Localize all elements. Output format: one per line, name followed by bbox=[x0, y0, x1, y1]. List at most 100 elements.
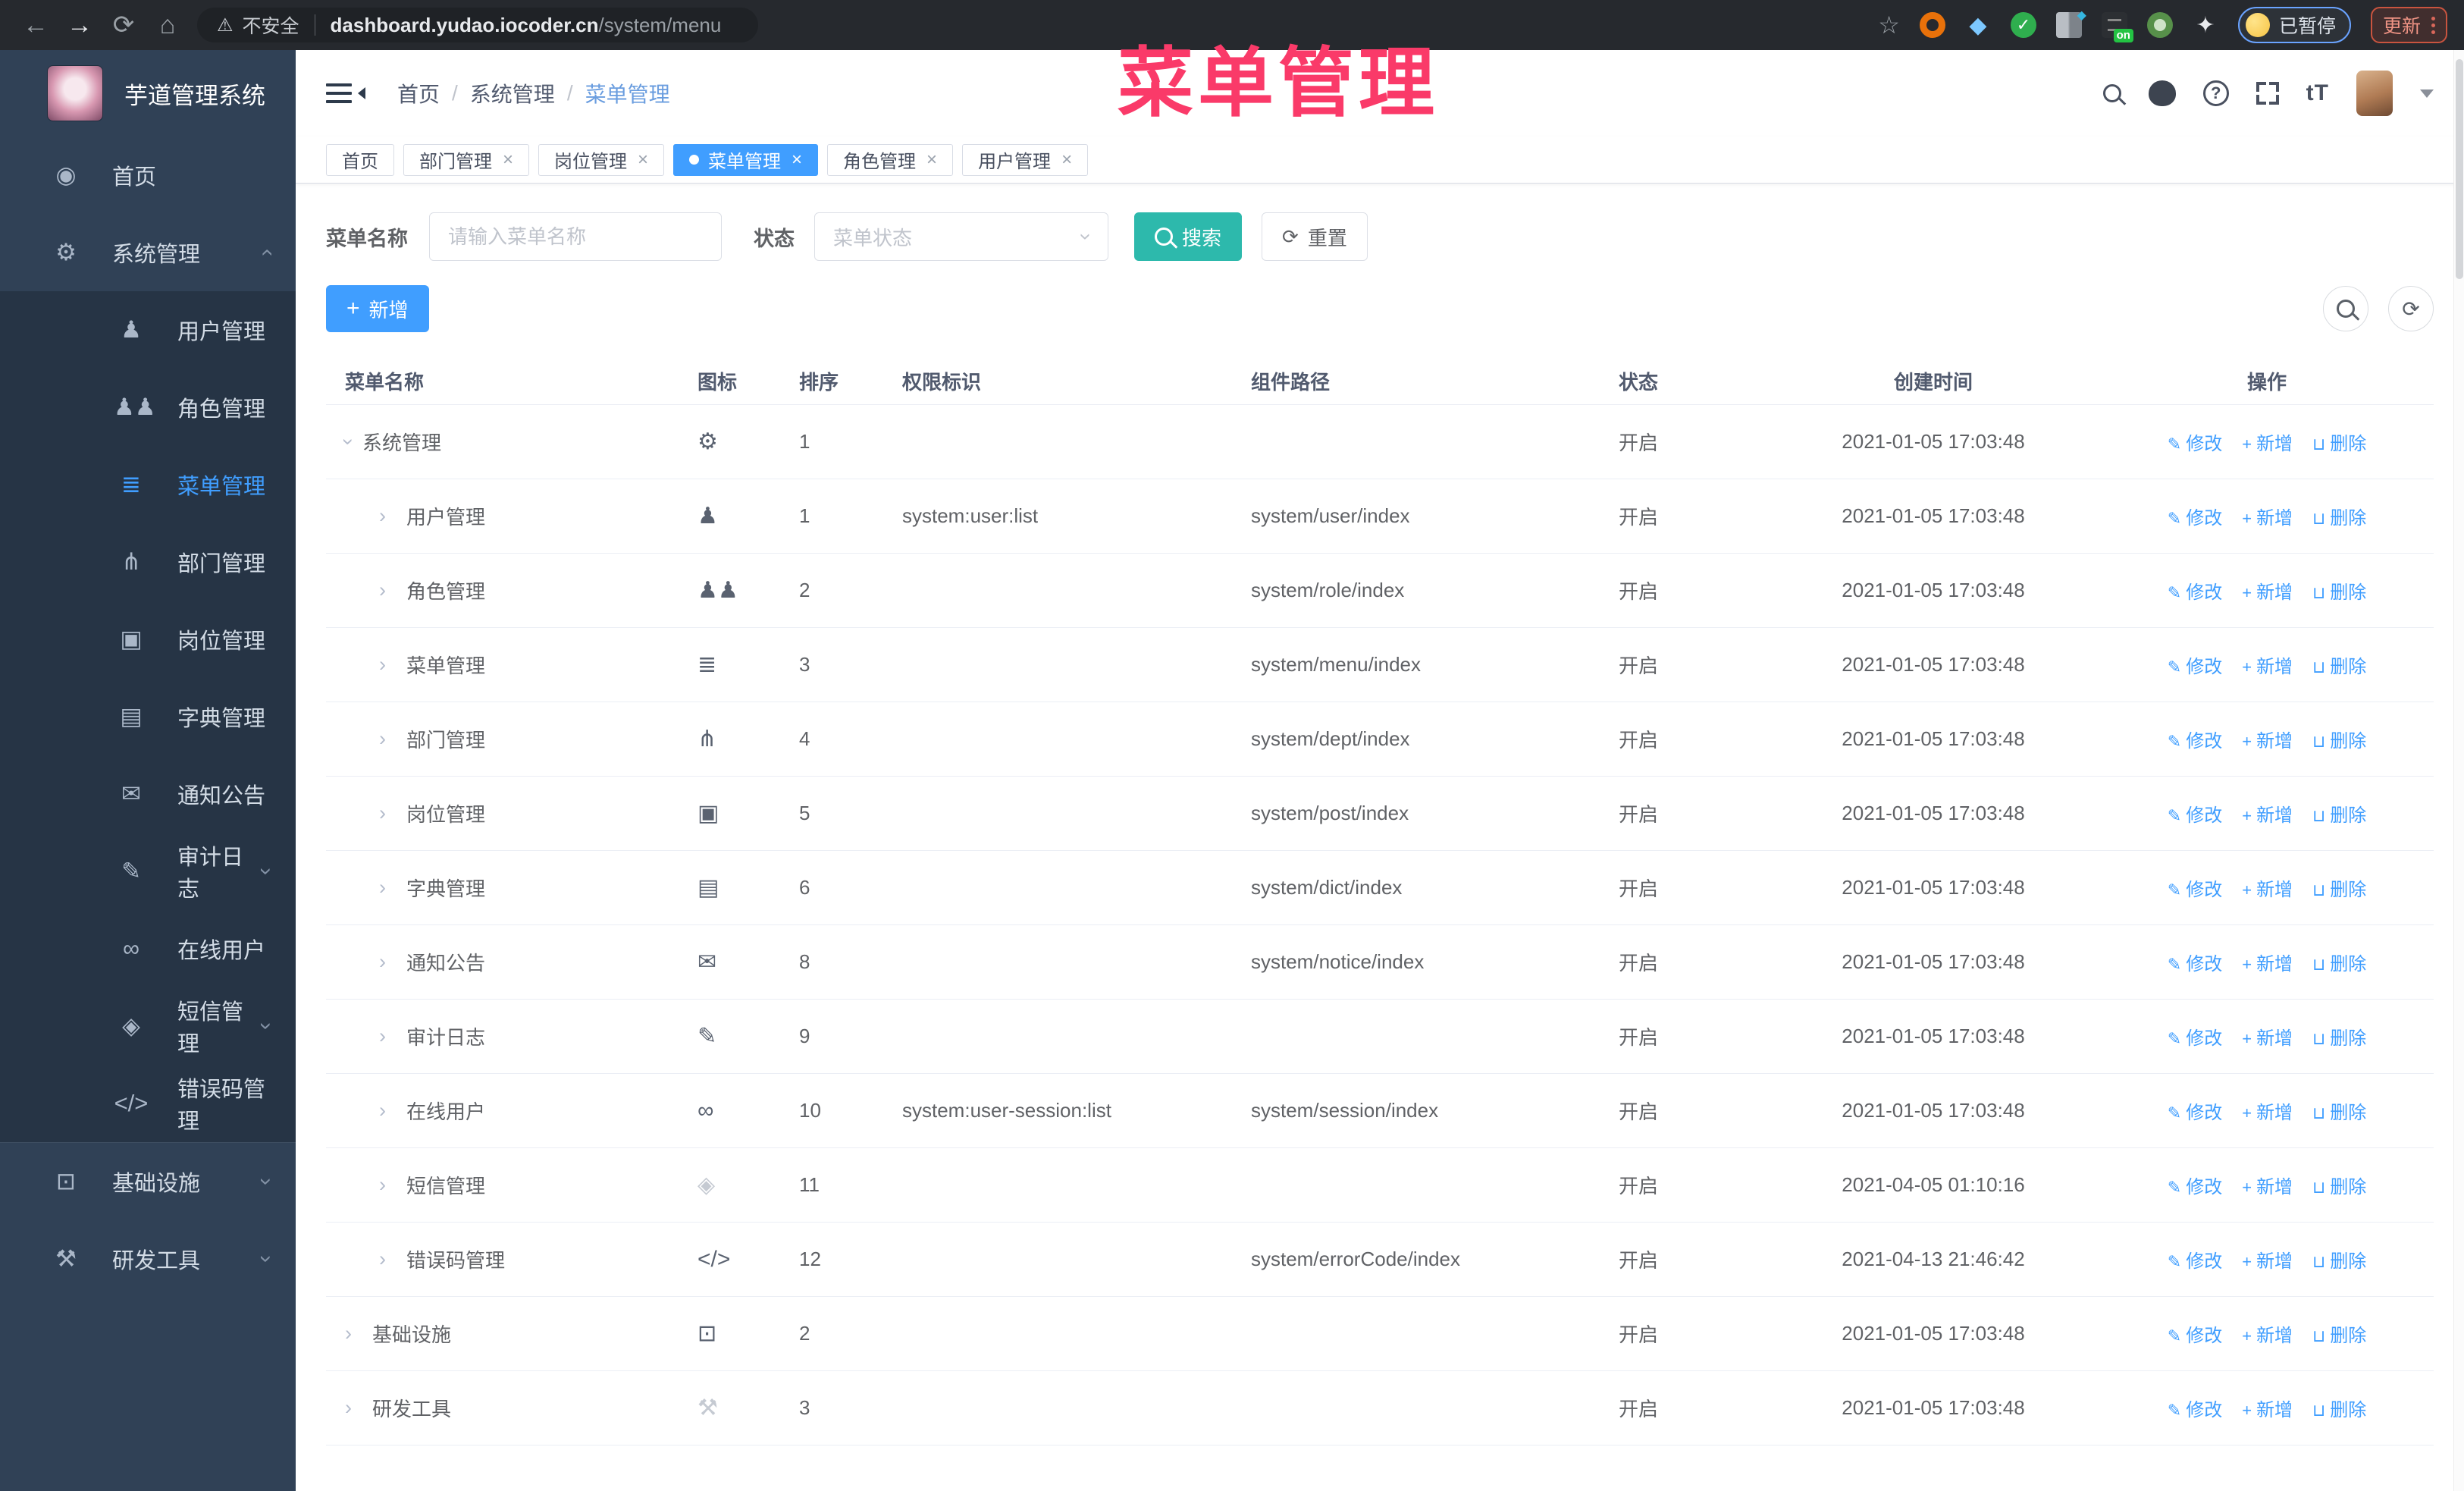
sidebar-item-errorcode[interactable]: </> 错误码管理 bbox=[0, 1065, 296, 1142]
font-size-icon[interactable]: tT bbox=[2306, 80, 2329, 106]
tab-home[interactable]: 首页 bbox=[326, 143, 394, 176]
delete-link[interactable]: ⊔ 删除 bbox=[2312, 880, 2366, 900]
delete-link[interactable]: ⊔ 删除 bbox=[2312, 731, 2366, 752]
refresh-table-button[interactable]: ⟳ bbox=[2388, 286, 2434, 331]
sidebar-item-dict[interactable]: ▤ 字典管理 bbox=[0, 678, 296, 755]
chevron-right-icon[interactable]: › bbox=[379, 1248, 406, 1271]
on-badge-extension-icon[interactable]: on bbox=[2101, 12, 2133, 42]
user-avatar[interactable] bbox=[2356, 71, 2393, 116]
breadcrumb-item[interactable]: 系统管理 bbox=[470, 78, 555, 108]
delete-link[interactable]: ⊔ 删除 bbox=[2312, 1028, 2366, 1049]
delete-link[interactable]: ⊔ 删除 bbox=[2312, 657, 2366, 677]
sidebar-item-audit[interactable]: ✎ 审计日志 › bbox=[0, 833, 296, 910]
sidebar-item-sms[interactable]: ◈ 短信管理 › bbox=[0, 987, 296, 1065]
scrollbar-thumb[interactable] bbox=[2456, 59, 2463, 279]
add-link[interactable]: + 新增 bbox=[2242, 1177, 2293, 1198]
chevron-right-icon[interactable]: › bbox=[379, 727, 406, 751]
edit-link[interactable]: ✎ 修改 bbox=[2168, 657, 2222, 677]
sidebar-item-tools[interactable]: ⚒ 研发工具 › bbox=[0, 1220, 296, 1298]
tab-close-icon[interactable]: × bbox=[926, 149, 937, 171]
edit-link[interactable]: ✎ 修改 bbox=[2168, 731, 2222, 752]
sidebar-item-system[interactable]: ⚙ 系统管理 › bbox=[0, 214, 296, 291]
tab-dept[interactable]: 部门管理 × bbox=[403, 143, 530, 176]
search-button[interactable]: 搜索 bbox=[1134, 212, 1243, 261]
edit-link[interactable]: ✎ 修改 bbox=[2168, 805, 2222, 826]
delete-link[interactable]: ⊔ 删除 bbox=[2312, 805, 2366, 826]
sidebar-item-user[interactable]: ♟ 用户管理 bbox=[0, 291, 296, 369]
collapse-sidebar-icon[interactable] bbox=[326, 83, 365, 103]
tab-role[interactable]: 角色管理 × bbox=[827, 143, 954, 176]
puzzle-icon[interactable]: ✦ bbox=[2193, 12, 2218, 38]
delete-link[interactable]: ⊔ 删除 bbox=[2312, 1400, 2366, 1420]
tab-close-icon[interactable]: × bbox=[792, 149, 802, 171]
chevron-right-icon[interactable]: › bbox=[379, 1025, 406, 1048]
delete-link[interactable]: ⊔ 删除 bbox=[2312, 1177, 2366, 1198]
add-link[interactable]: + 新增 bbox=[2242, 805, 2293, 826]
add-link[interactable]: + 新增 bbox=[2242, 508, 2293, 529]
edit-link[interactable]: ✎ 修改 bbox=[2168, 508, 2222, 529]
sidebar-item-post[interactable]: ▣ 岗位管理 bbox=[0, 601, 296, 678]
edit-link[interactable]: ✎ 修改 bbox=[2168, 1326, 2222, 1346]
chevron-right-icon[interactable]: › bbox=[345, 1322, 372, 1345]
chevron-right-icon[interactable]: › bbox=[345, 1396, 372, 1420]
add-link[interactable]: + 新增 bbox=[2242, 1103, 2293, 1123]
fullscreen-icon[interactable] bbox=[2256, 82, 2279, 105]
tab-post[interactable]: 岗位管理 × bbox=[538, 143, 665, 176]
search-icon[interactable] bbox=[2102, 84, 2121, 102]
add-link[interactable]: + 新增 bbox=[2242, 731, 2293, 752]
chevron-right-icon[interactable]: › bbox=[379, 504, 406, 528]
edit-link[interactable]: ✎ 修改 bbox=[2168, 1251, 2222, 1272]
show-search-button[interactable] bbox=[2323, 286, 2368, 331]
chevron-right-icon[interactable]: › bbox=[379, 579, 406, 602]
delete-link[interactable]: ⊔ 删除 bbox=[2312, 1326, 2366, 1346]
sidebar-item-dept[interactable]: ⋔ 部门管理 bbox=[0, 523, 296, 601]
tab-close-icon[interactable]: × bbox=[638, 149, 648, 171]
edit-link[interactable]: ✎ 修改 bbox=[2168, 1177, 2222, 1198]
chevron-down-icon[interactable] bbox=[2420, 89, 2434, 98]
page-scrollbar[interactable] bbox=[2453, 50, 2464, 1491]
home-icon[interactable]: ⌂ bbox=[146, 11, 190, 40]
menu-name-input[interactable] bbox=[429, 212, 722, 261]
add-link[interactable]: + 新增 bbox=[2242, 1251, 2293, 1272]
help-icon[interactable]: ? bbox=[2202, 80, 2229, 106]
app-logo[interactable]: 芋道管理系统 bbox=[0, 50, 296, 137]
star-icon[interactable]: ☆ bbox=[1878, 11, 1900, 39]
delete-link[interactable]: ⊔ 删除 bbox=[2312, 1251, 2366, 1272]
add-link[interactable]: + 新增 bbox=[2242, 434, 2293, 454]
sidebar-item-role[interactable]: ♟♟ 角色管理 bbox=[0, 369, 296, 446]
delete-link[interactable]: ⊔ 删除 bbox=[2312, 582, 2366, 603]
edit-link[interactable]: ✎ 修改 bbox=[2168, 1028, 2222, 1049]
security-label[interactable]: 不安全 bbox=[243, 11, 299, 39]
chevron-right-icon[interactable]: › bbox=[379, 653, 406, 676]
chevron-right-icon[interactable]: › bbox=[379, 1173, 406, 1197]
sidebar-item-online[interactable]: ∞ 在线用户 bbox=[0, 910, 296, 987]
tab-user[interactable]: 用户管理 × bbox=[962, 143, 1089, 176]
add-link[interactable]: + 新增 bbox=[2242, 582, 2293, 603]
sidebar-item-menu[interactable]: ≣ 菜单管理 bbox=[0, 446, 296, 523]
orange-extension-icon[interactable] bbox=[1919, 12, 1945, 38]
reset-button[interactable]: ⟳ 重置 bbox=[1262, 212, 1368, 261]
update-button[interactable]: 更新 bbox=[2370, 7, 2447, 43]
add-link[interactable]: + 新增 bbox=[2242, 1326, 2293, 1346]
monkey-extension-icon[interactable] bbox=[2146, 12, 2173, 38]
edit-link[interactable]: ✎ 修改 bbox=[2168, 954, 2222, 975]
delete-link[interactable]: ⊔ 删除 bbox=[2312, 508, 2366, 529]
delete-link[interactable]: ⊔ 删除 bbox=[2312, 954, 2366, 975]
delete-link[interactable]: ⊔ 删除 bbox=[2312, 1103, 2366, 1123]
chevron-right-icon[interactable]: › bbox=[379, 876, 406, 899]
reload-icon[interactable]: ⟳ bbox=[102, 10, 146, 40]
tab-close-icon[interactable]: × bbox=[1061, 149, 1072, 171]
green-check-extension-icon[interactable]: ✓ bbox=[2010, 12, 2036, 38]
edit-link[interactable]: ✎ 修改 bbox=[2168, 1400, 2222, 1420]
edit-link[interactable]: ✎ 修改 bbox=[2168, 434, 2222, 454]
chevron-right-icon[interactable]: › bbox=[379, 1099, 406, 1122]
delete-link[interactable]: ⊔ 删除 bbox=[2312, 434, 2366, 454]
tab-menu[interactable]: 菜单管理 × bbox=[673, 143, 819, 176]
add-link[interactable]: + 新增 bbox=[2242, 657, 2293, 677]
back-icon[interactable]: ← bbox=[14, 11, 58, 40]
edit-link[interactable]: ✎ 修改 bbox=[2168, 582, 2222, 603]
edit-link[interactable]: ✎ 修改 bbox=[2168, 880, 2222, 900]
sidebar-item-home[interactable]: ◉ 首页 bbox=[0, 137, 296, 214]
status-select[interactable]: 菜单状态 › bbox=[814, 212, 1108, 261]
chevron-right-icon[interactable]: › bbox=[379, 802, 406, 825]
